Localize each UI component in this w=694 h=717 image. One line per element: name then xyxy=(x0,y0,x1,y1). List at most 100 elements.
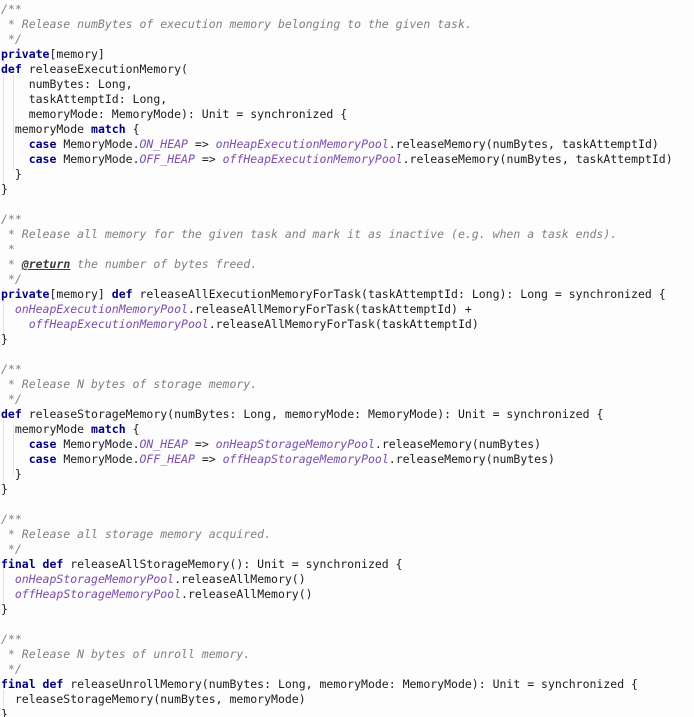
code-line[interactable]: */ xyxy=(0,542,673,557)
code-line[interactable]: } xyxy=(0,482,673,497)
code-line[interactable]: memoryMode match { xyxy=(0,422,673,437)
code-line[interactable]: } xyxy=(0,467,673,482)
code-token-plain: memoryMode xyxy=(1,122,92,136)
code-line[interactable]: private[memory] xyxy=(0,47,673,62)
code-token-plain: releaseExecutionMemory( xyxy=(21,62,188,76)
code-token-keyword: match xyxy=(91,422,126,436)
code-token-plain: .releaseMemory(numBytes) xyxy=(374,437,542,451)
code-line[interactable]: * Release N bytes of storage memory. xyxy=(0,377,673,392)
code-line[interactable]: * Release all storage memory acquired. xyxy=(0,527,673,542)
code-line[interactable]: } xyxy=(0,332,673,347)
code-token-plain: => xyxy=(194,152,223,166)
code-token-keyword: private xyxy=(1,47,50,61)
code-line[interactable]: def releaseExecutionMemory( xyxy=(0,62,673,77)
code-line[interactable]: * Release numBytes of execution memory b… xyxy=(0,17,673,32)
code-line[interactable]: final def releaseAllStorageMemory(): Uni… xyxy=(0,557,673,572)
code-token-field: offHeapStorageMemoryPool xyxy=(14,587,182,601)
code-token-plain: .releaseAllMemoryForTask(taskAttemptId) xyxy=(208,317,479,331)
code-line[interactable]: taskAttemptId: Long, xyxy=(0,92,673,107)
code-token-keyword: match xyxy=(91,122,126,136)
code-token-comment: */ xyxy=(1,662,22,676)
code-token-plain: .releaseAllMemory() xyxy=(174,572,306,586)
code-line[interactable]: private[memory] def releaseAllExecutionM… xyxy=(0,287,673,302)
code-line[interactable] xyxy=(0,347,673,362)
code-line[interactable]: final def releaseUnrollMemory(numBytes: … xyxy=(0,677,673,692)
code-token-comment: * Release numBytes of execution memory b… xyxy=(1,17,472,31)
code-token-const: OFF_HEAP xyxy=(139,452,195,466)
code-token-comment: */ xyxy=(1,542,22,556)
code-token-plain: MemoryMode. xyxy=(56,452,140,466)
code-token-plain: .releaseMemory(numBytes) xyxy=(388,452,555,466)
code-viewer[interactable]: /** * Release numBytes of execution memo… xyxy=(0,0,694,717)
code-line-container[interactable]: /** * Release numBytes of execution memo… xyxy=(0,0,673,717)
code-token-plain: numBytes: Long, xyxy=(1,77,133,91)
code-line[interactable]: } xyxy=(0,182,673,197)
code-line[interactable]: } xyxy=(0,167,673,182)
code-token-plain: { xyxy=(125,422,140,436)
code-token-field: offHeapStorageMemoryPool xyxy=(222,452,389,466)
code-token-keyword: final def xyxy=(1,677,64,691)
code-line[interactable]: */ xyxy=(0,272,673,287)
code-token-comment: * xyxy=(1,257,22,271)
code-token-plain: memoryMode xyxy=(1,422,92,436)
code-token-plain: taskAttemptId: Long, xyxy=(1,92,168,106)
code-token-keyword: case xyxy=(28,437,57,451)
code-token-keyword: case xyxy=(28,137,57,151)
code-token-keyword: def xyxy=(1,407,22,421)
code-token-keyword: final def xyxy=(1,557,64,571)
code-token-plain: } xyxy=(1,332,8,346)
code-line[interactable]: onHeapStorageMemoryPool.releaseAllMemory… xyxy=(0,572,673,587)
code-line[interactable] xyxy=(0,497,673,512)
code-token-plain: releaseStorageMemory(numBytes, memoryMod… xyxy=(1,692,306,706)
code-token-comment: */ xyxy=(1,392,22,406)
code-line[interactable]: * @return the number of bytes freed. xyxy=(0,257,673,272)
code-line[interactable]: /** xyxy=(0,512,673,527)
code-token-tag: @return xyxy=(21,257,71,271)
code-token-plain: [memory] xyxy=(49,47,105,61)
code-token-comment: the number of bytes freed. xyxy=(70,257,258,271)
code-line[interactable]: } xyxy=(0,707,673,717)
code-line[interactable]: /** xyxy=(0,632,673,647)
code-line[interactable]: * Release all memory for the given task … xyxy=(0,227,673,242)
code-line[interactable]: def releaseStorageMemory(numBytes: Long,… xyxy=(0,407,673,422)
code-line[interactable]: case MemoryMode.OFF_HEAP => offHeapStora… xyxy=(0,452,673,467)
code-token-keyword: case xyxy=(28,152,57,166)
code-token-plain: memoryMode: MemoryMode): Unit = synchron… xyxy=(1,107,348,121)
code-line[interactable]: */ xyxy=(0,392,673,407)
code-line[interactable]: memoryMode match { xyxy=(0,122,673,137)
code-line[interactable]: * xyxy=(0,242,673,257)
code-line[interactable] xyxy=(0,617,673,632)
code-line[interactable]: case MemoryMode.ON_HEAP => onHeapStorage… xyxy=(0,437,673,452)
code-line[interactable]: releaseStorageMemory(numBytes, memoryMod… xyxy=(0,692,673,707)
code-line[interactable]: case MemoryMode.OFF_HEAP => offHeapExecu… xyxy=(0,152,673,167)
code-line[interactable]: offHeapStorageMemoryPool.releaseAllMemor… xyxy=(0,587,673,602)
code-line[interactable]: numBytes: Long, xyxy=(0,77,673,92)
code-token-const: OFF_HEAP xyxy=(139,152,195,166)
code-token-plain: .releaseAllMemory() xyxy=(181,587,313,601)
code-token-comment: /** xyxy=(1,512,22,526)
code-line[interactable]: case MemoryMode.ON_HEAP => onHeapExecuti… xyxy=(0,137,673,152)
code-token-plain: .releaseAllMemoryForTask(taskAttemptId) … xyxy=(187,302,472,316)
code-line[interactable]: onHeapExecutionMemoryPool.releaseAllMemo… xyxy=(0,302,673,317)
code-token-plain: } xyxy=(1,467,22,481)
code-token-plain: [memory] xyxy=(49,287,112,301)
code-line[interactable]: /** xyxy=(0,362,673,377)
code-token-plain: } xyxy=(1,167,22,181)
code-token-comment: * Release N bytes of unroll memory. xyxy=(1,647,251,661)
code-line[interactable]: memoryMode: MemoryMode): Unit = synchron… xyxy=(0,107,673,122)
code-line[interactable]: /** xyxy=(0,2,673,17)
code-line[interactable]: offHeapExecutionMemoryPool.releaseAllMem… xyxy=(0,317,673,332)
code-line[interactable]: * Release N bytes of unroll memory. xyxy=(0,647,673,662)
code-line[interactable]: } xyxy=(0,602,673,617)
code-token-plain: .releaseMemory(numBytes, taskAttemptId) xyxy=(388,137,659,151)
code-token-plain: MemoryMode. xyxy=(56,152,140,166)
code-line[interactable]: */ xyxy=(0,32,673,47)
code-line[interactable] xyxy=(0,197,673,212)
code-token-plain: MemoryMode. xyxy=(56,137,140,151)
code-line[interactable]: /** xyxy=(0,212,673,227)
code-line[interactable]: */ xyxy=(0,662,673,677)
